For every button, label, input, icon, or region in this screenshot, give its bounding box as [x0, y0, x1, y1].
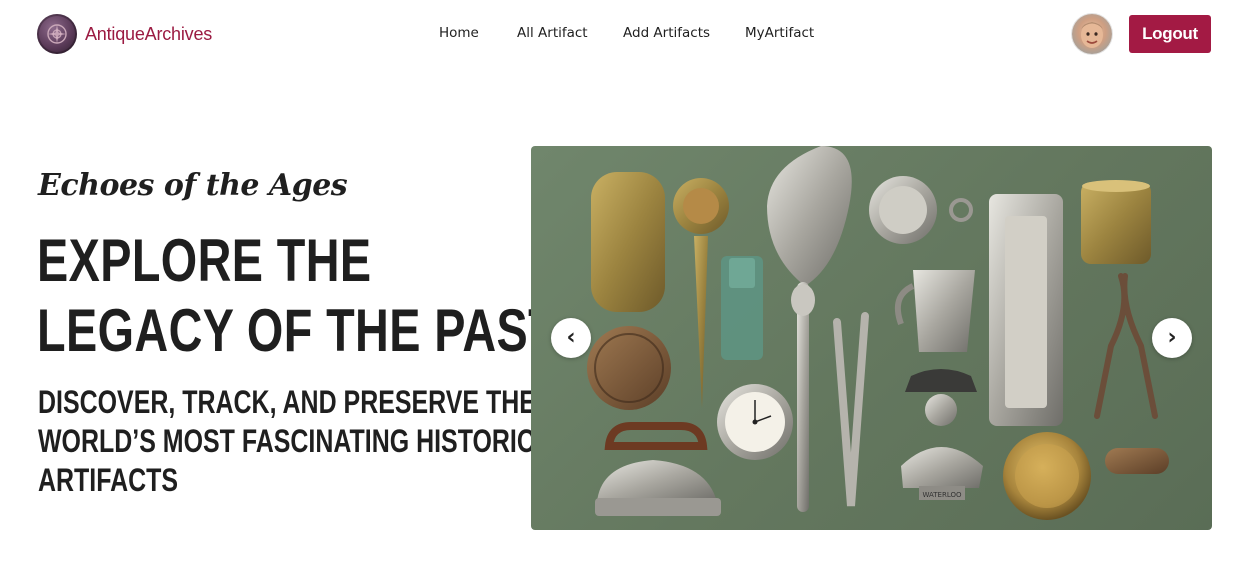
- compass-emblem-icon: [37, 14, 77, 54]
- hero-headline: EXPLORE THE LEGACY OF THE PAST: [37, 226, 558, 366]
- brand-link[interactable]: AntiqueArchives: [37, 14, 212, 54]
- nav-all-artifact-link[interactable]: All Artifact: [517, 24, 623, 44]
- carousel-slide-image: WATERLOO: [587, 146, 1169, 520]
- nav-home-link[interactable]: Home: [439, 24, 517, 44]
- logout-button[interactable]: Logout: [1129, 15, 1211, 53]
- navbar: AntiqueArchives Home All Artifact Add Ar…: [0, 0, 1243, 68]
- hero-tagline: Echoes of the Ages: [38, 168, 348, 203]
- bust-plaque-text: WATERLOO: [922, 491, 962, 499]
- artifact-carousel: WATERLOO: [531, 146, 1212, 530]
- carousel-next-button[interactable]: ›: [1152, 318, 1192, 358]
- nav-add-artifacts-link[interactable]: Add Artifacts: [623, 24, 745, 44]
- hero-headline-line: EXPLORE THE: [37, 227, 372, 294]
- hero-headline-line: LEGACY OF THE PAST: [37, 297, 558, 364]
- hero-subheadline-line: ARTIFACTS: [38, 462, 179, 498]
- main-menu: Home All Artifact Add Artifacts MyArtifa…: [439, 24, 814, 44]
- nav-my-artifact-link[interactable]: MyArtifact: [745, 24, 814, 44]
- hero-subheadline: DISCOVER, TRACK, AND PRESERVE THE WORLD’…: [38, 383, 569, 500]
- hero-subheadline-line: DISCOVER, TRACK, AND PRESERVE THE: [38, 384, 536, 420]
- hero-subheadline-line: WORLD’S MOST FASCINATING HISTORICAL: [38, 423, 569, 459]
- brand-name: AntiqueArchives: [85, 23, 213, 44]
- chevron-left-icon: ‹: [566, 325, 576, 350]
- user-avatar[interactable]: [1072, 14, 1112, 54]
- chevron-right-icon: ›: [1167, 325, 1177, 350]
- carousel-prev-button[interactable]: ‹: [551, 318, 591, 358]
